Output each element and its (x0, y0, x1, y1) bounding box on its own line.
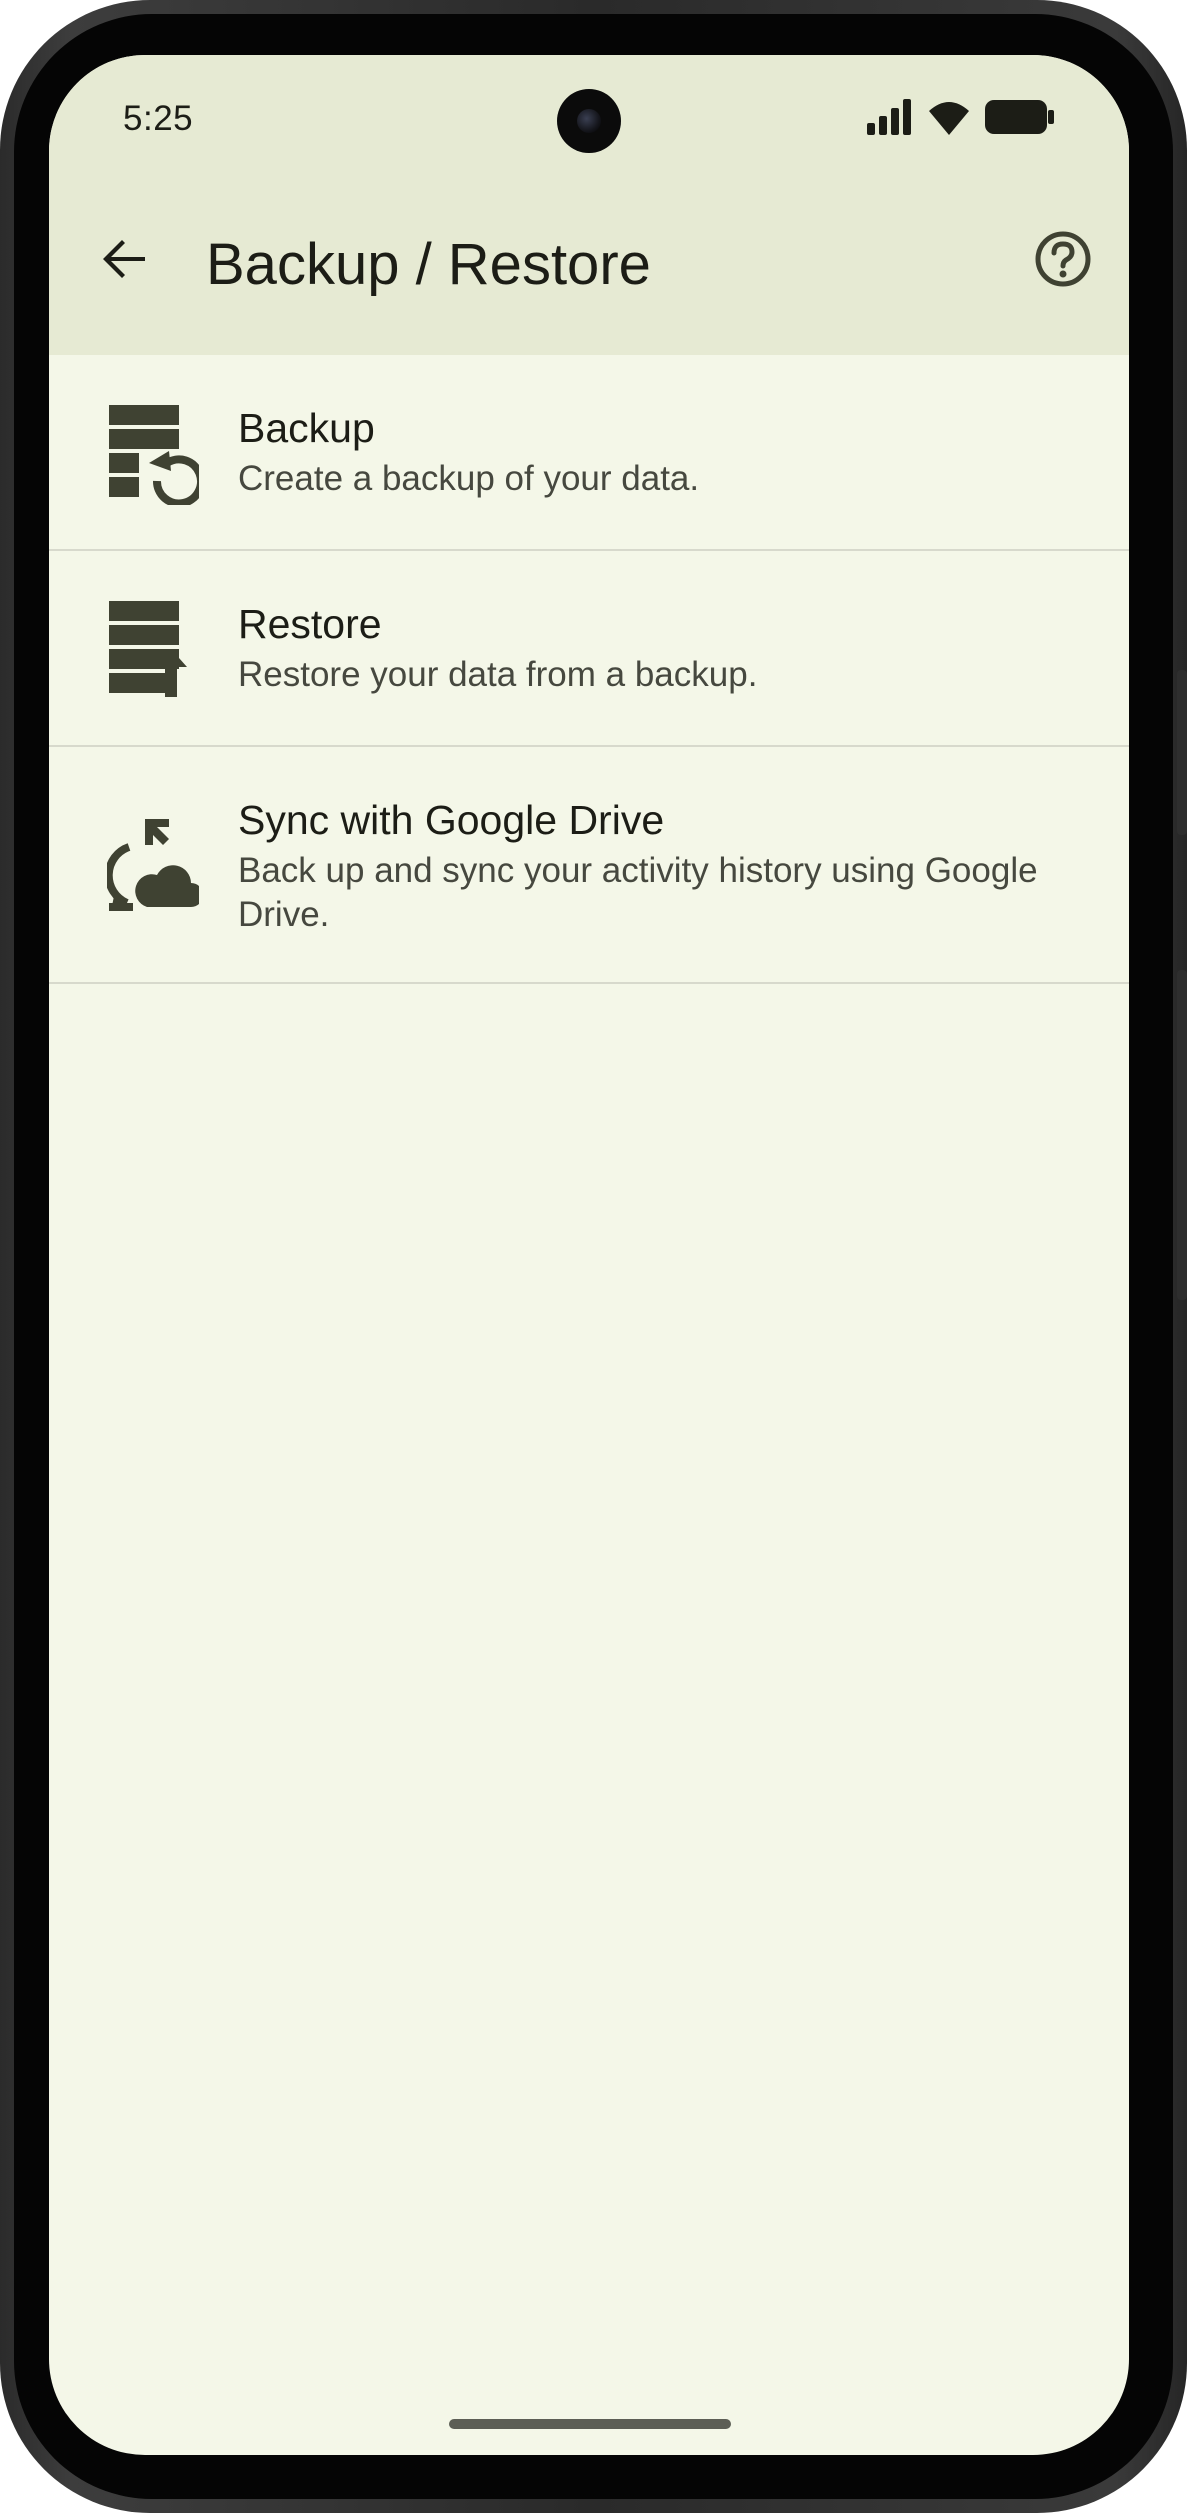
battery-icon (985, 99, 1055, 140)
volume-button (1177, 970, 1187, 1300)
help-button[interactable] (1025, 223, 1101, 299)
wifi-icon (927, 99, 971, 140)
restore-storage-icon (107, 601, 199, 701)
status-icons (867, 98, 1055, 140)
app-bar: Backup / Restore (49, 225, 1129, 355)
home-indicator[interactable] (449, 2419, 731, 2429)
help-circle-icon (1033, 229, 1093, 294)
screen: 5:25 Backup / Restore Backup Create a ba… (49, 55, 1129, 2455)
item-title: Sync with Google Drive (238, 797, 665, 843)
list-item-text: Backup Create a backup of your data. (238, 403, 1089, 501)
list-item-sync-google-drive[interactable]: Sync with Google Drive Back up and sync … (49, 747, 1129, 984)
cloud-sync-icon (104, 815, 203, 915)
item-subtitle: Create a backup of your data. (238, 459, 700, 498)
item-title: Backup (238, 405, 375, 451)
list-item-text: Restore Restore your data from a backup. (238, 599, 1089, 697)
item-title: Restore (238, 601, 382, 647)
list-item-restore[interactable]: Restore Restore your data from a backup. (49, 551, 1129, 747)
front-camera (557, 89, 621, 153)
arrow-back-icon (101, 235, 149, 288)
settings-list: Backup Create a backup of your data. Res… (49, 355, 1129, 984)
device-frame: 5:25 Backup / Restore Backup Create a ba… (0, 0, 1187, 2513)
status-time: 5:25 (123, 99, 194, 138)
item-subtitle: Restore your data from a backup. (238, 655, 758, 694)
page-title: Backup / Restore (206, 232, 651, 297)
signal-icon (867, 98, 913, 140)
backup-storage-icon (107, 405, 205, 508)
item-subtitle: Back up and sync your activity history u… (238, 851, 1038, 934)
power-button (1177, 670, 1187, 835)
list-item-backup[interactable]: Backup Create a backup of your data. (49, 355, 1129, 551)
list-item-text: Sync with Google Drive Back up and sync … (238, 795, 1089, 937)
back-button[interactable] (89, 225, 161, 297)
